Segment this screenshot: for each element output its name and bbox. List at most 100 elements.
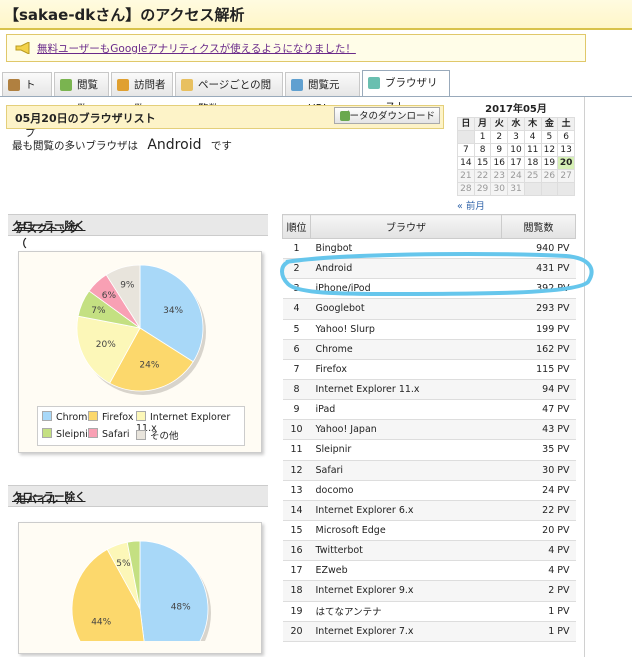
browser-name-cell[interactable]: Internet Explorer 6.x [310,499,502,521]
browser-name-cell[interactable]: Googlebot [310,298,502,320]
calendar-day[interactable]: 20 [557,156,575,170]
calendar-day[interactable]: 6 [557,130,575,144]
browser-name-cell[interactable]: Microsoft Edge [310,519,502,542]
browser-name-cell[interactable]: Yahoo! Slurp [310,318,502,340]
browser-ranking-table: 順位 ブラウザ 閲覧数 1 Bingbot 940 PV 2 Android 431 PV… [282,214,576,642]
rank-cell: 19 [282,600,311,622]
heading-suffix: ） [16,494,27,506]
table-row: 16 Twitterbot 4 PV [282,540,576,562]
tab-browser-list[interactable]: ブラウザリスト [362,70,450,113]
browser-name-cell[interactable]: iPhone/iPod [310,278,502,300]
table-row: 6 Chrome 162 PV [282,338,576,360]
calendar-day: 31 [507,182,525,196]
calendar-day[interactable]: 16 [490,156,509,170]
browser-name-cell[interactable]: はてなアンテナ [310,600,502,622]
pageview-cell: 47 PV [501,399,576,421]
page-icon [181,79,193,91]
col-rank[interactable]: 順位 [282,214,311,239]
tab-pageviews[interactable]: 閲覧数 [54,72,109,115]
calendar-grid: 日月火水木金土 1 2 3 4 5 6 7 8 9 10 11 12 13 14 15 16 17 18 19 20 21… [457,117,575,196]
browser-name-cell[interactable]: Android [310,258,502,280]
table-row: 1 Bingbot 940 PV [282,237,576,260]
pie-slice [139,540,209,641]
rank-cell: 7 [282,358,311,380]
browser-name-cell[interactable]: Firefox [310,358,502,380]
calendar-day[interactable]: 13 [557,143,575,157]
calendar-day[interactable]: 2 [490,130,509,144]
legend-label: Safari [102,429,130,440]
browser-name-cell[interactable]: docomo [310,479,502,501]
pageview-cell: 431 PV [501,258,576,280]
download-button[interactable]: データのダウンロード [334,107,440,124]
calendar-day[interactable]: 19 [540,156,559,170]
calendar-day[interactable]: 18 [523,156,542,170]
browser-name-cell[interactable]: Twitterbot [310,540,502,562]
calendar-day: 30 [490,182,509,196]
weekday-header: 水 [507,117,525,131]
calendar-title: 2017年05月 [485,104,547,115]
calendar-day[interactable]: 8 [473,143,492,157]
calendar-day[interactable]: 9 [490,143,509,157]
calendar-day[interactable]: 14 [457,156,475,170]
pageview-cell: 94 PV [501,378,576,401]
calendar-day[interactable]: 10 [507,143,525,157]
download-label: データのダウンロード [339,111,435,122]
pageview-cell: 22 PV [501,499,576,521]
browser-name-cell[interactable]: iPad [310,399,502,421]
browser-name-cell[interactable]: Chrome [310,338,502,360]
referrer-icon [291,79,303,91]
rank-cell: 18 [282,580,311,602]
col-browser[interactable]: ブラウザ [310,214,502,239]
megaphone-icon [15,42,30,54]
calendar-day[interactable]: 7 [457,143,475,157]
browser-name-cell[interactable]: Sleipnir [310,439,502,461]
notice-link[interactable]: 無料ユーザーもGoogleアナリティクスが使えるようになりました！ [37,41,356,56]
calendar-day: 27 [557,169,575,183]
calendar-day[interactable]: 15 [473,156,492,170]
browser-name-cell[interactable]: Safari [310,459,502,481]
browser-name-cell[interactable]: Internet Explorer 7.x [310,620,502,642]
pageview-cell: 293 PV [501,298,576,320]
col-pageviews[interactable]: 閲覧数 [501,214,576,239]
tab-referrer[interactable]: 閲覧元URL [285,72,360,115]
pageview-cell: 199 PV [501,318,576,340]
tab-top[interactable]: トップ [2,72,52,139]
table-row: 4 Googlebot 293 PV [282,298,576,320]
table-row: 7 Firefox 115 PV [282,358,576,380]
pageview-cell: 4 PV [501,560,576,582]
calendar-day [523,182,542,196]
tab-page-views[interactable]: ページごとの閲覧数 [175,72,283,115]
tab-visitors[interactable]: 訪問者数 [111,72,173,115]
rank-cell: 1 [282,237,311,260]
calendar-day[interactable]: 1 [473,130,492,144]
calendar-day[interactable]: 11 [523,143,542,157]
slice-label: 9% [120,280,135,290]
calendar-day[interactable]: 3 [507,130,525,144]
calendar-day[interactable]: 4 [523,130,542,144]
table-row: 9 iPad 47 PV [282,399,576,421]
legend-item: その他 [136,428,179,442]
legend-item: Firefox [88,411,133,423]
slice-label: 20% [96,340,116,350]
pageview-cell: 2 PV [501,580,576,602]
top-browser: Android [147,137,202,153]
calendar-day[interactable]: 17 [507,156,525,170]
browser-name-cell[interactable]: EZweb [310,560,502,582]
calendar-day[interactable]: 12 [540,143,559,157]
browser-name-cell[interactable]: Bingbot [310,237,502,260]
legend-item: Chrome [42,411,93,423]
browser-name-cell[interactable]: Internet Explorer 11.x [310,378,502,401]
calendar-day: 29 [473,182,492,196]
rank-cell: 8 [282,378,311,401]
rank-cell: 14 [282,499,311,521]
browser-name-cell[interactable]: Yahoo! Japan [310,419,502,441]
rank-cell: 2 [282,258,311,280]
table-row: 15 Microsoft Edge 20 PV [282,519,576,542]
browser-name-cell[interactable]: Internet Explorer 9.x [310,580,502,602]
notice-banner: 無料ユーザーもGoogleアナリティクスが使えるようになりました！ [6,34,586,62]
rank-cell: 10 [282,419,311,441]
pageview-cell: 35 PV [501,439,576,461]
prev-month-link[interactable]: « 前月 [457,198,575,212]
calendar-day[interactable]: 5 [540,130,559,144]
pageview-cell: 24 PV [501,479,576,501]
